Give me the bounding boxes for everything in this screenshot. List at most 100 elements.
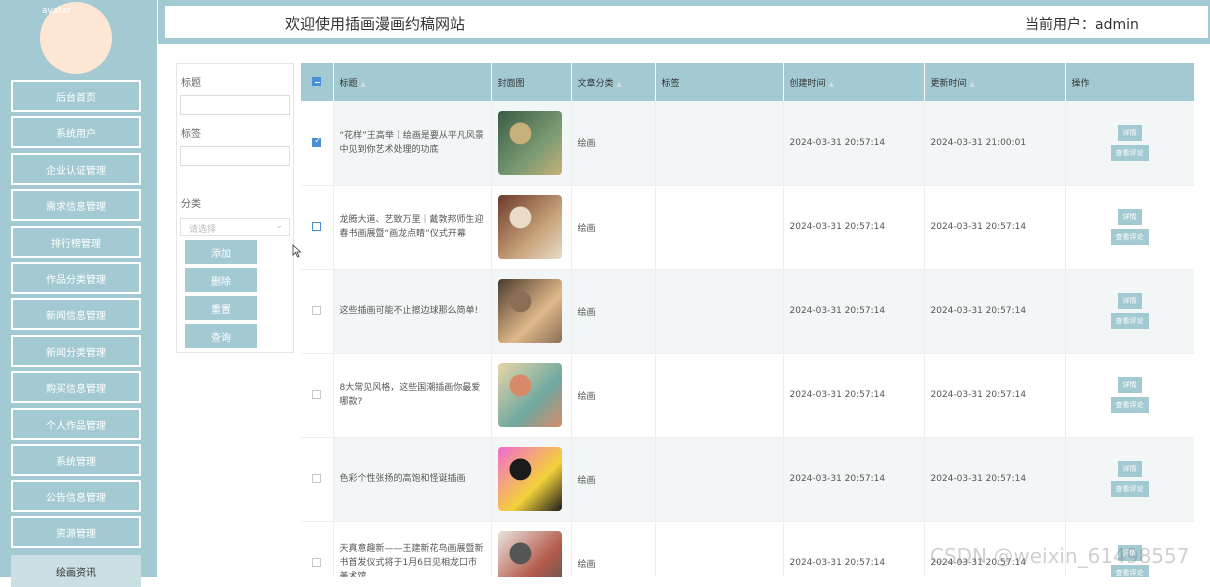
select-all-checkbox[interactable] (312, 77, 322, 86)
add-button[interactable]: 添加 (185, 240, 257, 264)
action-group: 详情 查看评论 (1072, 293, 1188, 329)
column-header-category[interactable]: 文章分类 ▲ (571, 63, 656, 101)
cover-image[interactable] (497, 279, 562, 343)
sidebar: avatar 后台首页系统用户企业认证管理 需求信息管理 排行榜管理作品分类管理 新闻… (0, 0, 157, 587)
row-updated-time: 2024-03-31 20:57:14 (924, 353, 1066, 438)
query-button[interactable]: 查询 (185, 324, 257, 348)
tag-filter-input[interactable] (180, 146, 290, 166)
row-category: 绘画 (571, 269, 656, 354)
column-header-updated[interactable]: 更新时间 ▲ (924, 63, 1066, 101)
row-updated-time: 2024-03-31 21:00:01 (924, 101, 1066, 186)
sidebar-item[interactable]: 公告信息管理 (11, 480, 141, 512)
view-comments-button[interactable]: 查看评论 (1110, 481, 1149, 497)
cover-image[interactable] (497, 531, 562, 577)
sidebar-item[interactable]: 排行榜管理 (11, 226, 141, 258)
row-tag (655, 353, 784, 438)
row-cover-cell (491, 101, 572, 186)
cover-image[interactable] (497, 110, 562, 175)
view-comments-button[interactable]: 查看评论 (1110, 397, 1149, 413)
table-row[interactable]: 这些插画可能不止擦边球那么简单! 绘画 2024-03-31 20:57:14 … (301, 269, 1194, 354)
view-comments-button[interactable]: 查看评论 (1110, 229, 1149, 245)
chevron-down-icon: ⌄ (275, 221, 283, 231)
title-filter-input[interactable] (180, 95, 290, 115)
view-comments-button[interactable]: 查看评论 (1110, 313, 1149, 329)
sidebar-item[interactable]: 系统管理 (11, 444, 141, 476)
column-header-title[interactable]: 标题 ▲ (333, 63, 492, 101)
sidebar-item[interactable]: 需求信息管理 (11, 189, 141, 221)
header-bar: 欢迎使用插画漫画约稿网站 当前用户：admin (163, 4, 1210, 40)
sidebar-item[interactable]: 作品分类管理 (11, 262, 141, 294)
site-title: 欢迎使用插画漫画约稿网站 (285, 15, 466, 33)
table-row[interactable]: 8大常见风格，这些国潮插画你最爱哪款? 绘画 2024-03-31 20:57:… (301, 353, 1194, 438)
sort-icon: ▲ (969, 79, 975, 88)
view-comments-button[interactable]: 查看评论 (1110, 144, 1149, 161)
column-actions-label: 操作 (1071, 78, 1090, 89)
table-row[interactable]: 龙腾大道、艺致万里｜戴敦邦师生迎春书画展暨“画龙点睛”仪式开幕 绘画 2024-… (301, 185, 1194, 270)
row-actions: 详情 查看评论 (1065, 101, 1194, 186)
table-header-row: 标题 ▲ 封面图 文章分类 ▲ 标签 创建时间 ▲ 更新时间 ▲ 操作 (301, 63, 1194, 101)
row-checkbox[interactable] (312, 136, 322, 147)
table-row[interactable]: “花样”王高举｜绘画是要从平凡风景中见到你艺术处理的功底 绘画 2024-03-… (301, 101, 1194, 186)
detail-button[interactable]: 详情 (1117, 377, 1142, 393)
detail-button[interactable]: 详情 (1117, 293, 1142, 309)
cover-image[interactable] (497, 447, 562, 511)
row-checkbox[interactable] (312, 222, 322, 231)
sidebar-item[interactable]: 后台首页 (11, 80, 141, 112)
detail-button[interactable]: 详情 (1117, 461, 1142, 477)
article-table: 标题▲ 封面图 文章分类▲ 标签 创建时间▲ 更新时间▲ 操作 “花样”王高举｜… (301, 63, 1194, 577)
delete-button[interactable]: 删除 (185, 268, 257, 292)
sidebar-item[interactable]: 资源管理 (11, 516, 141, 548)
table-row[interactable]: 色彩个性张扬的高饱和怪诞插画 绘画 2024-03-31 20:57:14 20… (301, 437, 1194, 522)
sidebar-item[interactable]: 系统用户 (11, 116, 141, 148)
sidebar-item[interactable]: 购买信息管理 (11, 371, 141, 403)
category-select[interactable]: 请选择 ⌄ (180, 218, 290, 236)
sidebar-item[interactable]: 新闻分类管理 (11, 335, 141, 367)
column-header-cover: 封面图 (491, 63, 572, 101)
sidebar-item[interactable]: 企业认证管理 (11, 153, 141, 185)
row-select-cell[interactable] (301, 521, 334, 577)
row-checkbox[interactable] (312, 558, 322, 567)
row-cover-cell (491, 521, 572, 577)
detail-button[interactable]: 详情 (1117, 209, 1142, 225)
tag-filter-label: 标签 (181, 129, 201, 140)
row-actions: 详情 查看评论 (1065, 269, 1194, 354)
column-header-tag: 标签 (655, 63, 784, 101)
column-header-created[interactable]: 创建时间 ▲ (783, 63, 925, 101)
row-checkbox[interactable] (312, 474, 322, 483)
row-select-cell[interactable] (301, 269, 334, 354)
category-filter-label: 分类 (181, 199, 201, 210)
sidebar-item[interactable]: 绘画资讯 (11, 555, 141, 587)
row-category: 绘画 (571, 185, 656, 270)
row-tag (655, 101, 784, 186)
row-actions: 详情 查看评论 (1065, 185, 1194, 270)
column-header-actions: 操作 (1065, 63, 1194, 101)
row-created-time: 2024-03-31 20:57:14 (783, 437, 925, 522)
sidebar-item[interactable]: 新闻信息管理 (11, 298, 141, 330)
row-select-cell[interactable] (301, 101, 334, 186)
column-category-label: 文章分类 (577, 78, 614, 89)
current-user-label: 当前用户：admin (1025, 17, 1139, 33)
row-select-cell[interactable] (301, 353, 334, 438)
row-select-cell[interactable] (301, 437, 334, 522)
column-created-label: 创建时间 (789, 78, 826, 89)
row-category: 绘画 (571, 101, 656, 186)
row-select-cell[interactable] (301, 185, 334, 270)
category-select-placeholder: 请选择 (189, 225, 217, 235)
row-category: 绘画 (571, 353, 656, 438)
row-category: 绘画 (571, 437, 656, 522)
row-checkbox[interactable] (312, 390, 322, 399)
row-cover-cell (491, 353, 572, 438)
cover-image[interactable] (497, 195, 562, 259)
sidebar-item[interactable]: 个人作品管理 (11, 408, 141, 440)
row-checkbox[interactable] (312, 306, 322, 315)
select-all-cell[interactable] (301, 63, 334, 101)
avatar[interactable]: avatar (40, 2, 112, 74)
reset-button[interactable]: 重置 (185, 296, 257, 320)
action-group: 详情 查看评论 (1072, 461, 1188, 497)
avatar-alt-text: avatar (42, 6, 72, 16)
cover-image[interactable] (497, 363, 562, 427)
detail-button[interactable]: 详情 (1117, 124, 1142, 141)
column-updated-label: 更新时间 (930, 78, 967, 89)
action-group: 详情 查看评论 (1072, 377, 1188, 413)
row-tag (655, 521, 784, 577)
